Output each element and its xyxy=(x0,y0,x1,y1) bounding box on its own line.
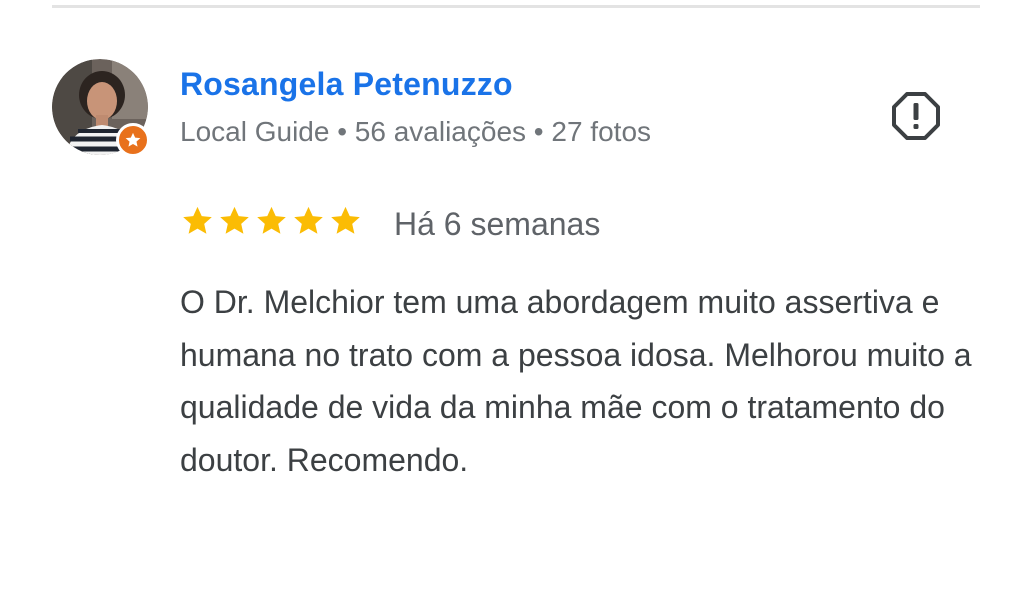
reviewer-avatar[interactable] xyxy=(52,59,150,157)
star-icon xyxy=(291,204,326,239)
star-icon xyxy=(180,204,215,239)
rating-stars xyxy=(180,204,363,239)
review-card: Rosangela Petenuzzo Local Guide • 56 ava… xyxy=(0,0,1024,598)
local-guide-star-icon xyxy=(125,132,141,147)
reviewer-name[interactable]: Rosangela Petenuzzo xyxy=(180,66,513,103)
review-text: O Dr. Melchior tem uma abordagem muito a… xyxy=(180,284,972,478)
report-octagon-icon xyxy=(892,92,940,140)
report-review-button[interactable] xyxy=(890,90,942,142)
review-date: Há 6 semanas xyxy=(394,206,601,242)
star-icon xyxy=(217,204,252,239)
local-guide-badge xyxy=(116,123,150,157)
star-icon xyxy=(254,204,289,239)
divider xyxy=(52,5,980,8)
star-icon xyxy=(328,204,363,239)
reviewer-meta: Local Guide • 56 avaliações • 27 fotos xyxy=(180,116,652,147)
